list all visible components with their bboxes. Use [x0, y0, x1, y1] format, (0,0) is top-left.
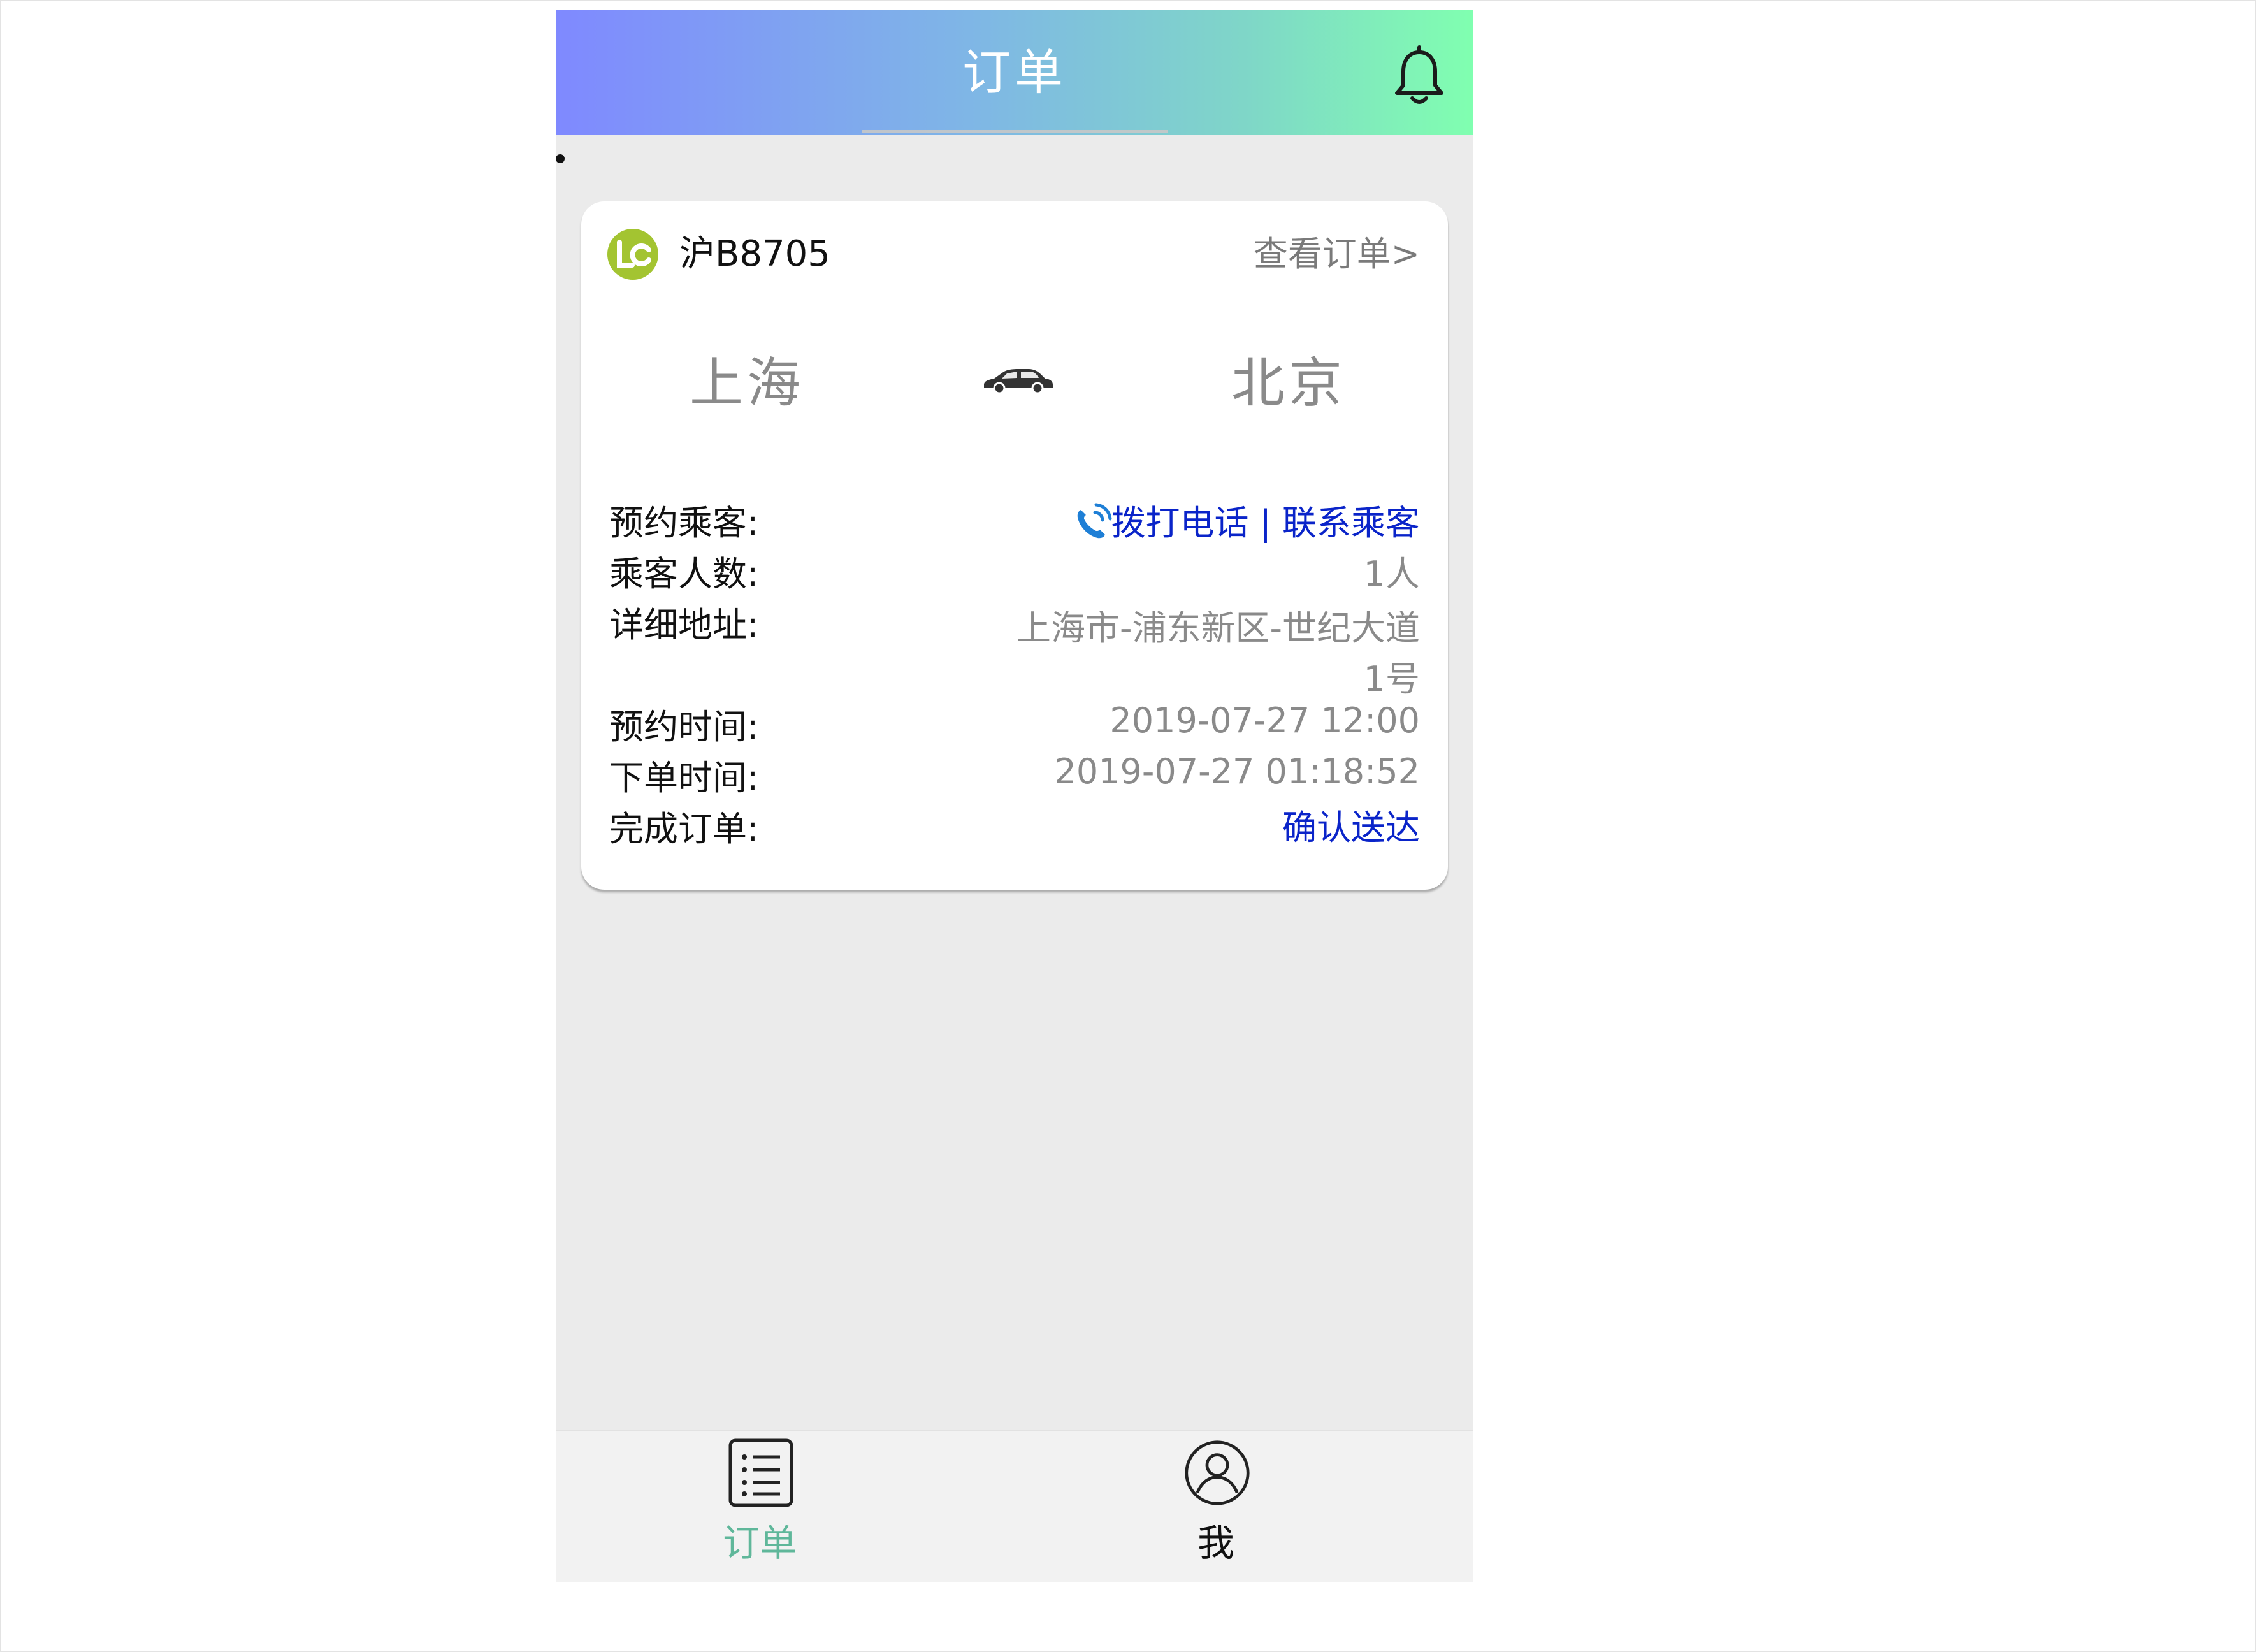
appointment-time-label: 预约时间:	[609, 707, 759, 747]
address-label: 详细地址:	[609, 605, 759, 645]
passenger-count-label: 乘客人数:	[609, 554, 759, 594]
tab-orders-label: 订单	[722, 1521, 797, 1565]
bottom-tab-bar: 订单 我	[556, 1430, 1473, 1582]
page-title: 订单	[962, 44, 1067, 101]
header-bar: 订单	[556, 10, 1473, 135]
order-time-value: 2019-07-27 01:18:52	[1054, 751, 1420, 792]
passenger-count-value: 1人	[1363, 554, 1420, 594]
plate-number: 沪B8705	[679, 233, 830, 275]
app-screen: 订单 沪B8705 查看订单> 上海 北京 预约乘客: 拨打电话 | 联系乘客 …	[556, 10, 1473, 1582]
complete-order-label: 完成订单:	[609, 809, 759, 849]
phone-call-icon[interactable]	[1069, 501, 1114, 546]
car-icon	[984, 369, 1053, 395]
confirm-delivery-button[interactable]: 确认送达	[1282, 804, 1420, 851]
tab-me[interactable]: 我	[1088, 1431, 1343, 1582]
title-underline	[862, 130, 1168, 133]
appointment-time-value: 2019-07-27 12:00	[1110, 700, 1420, 741]
origin-city: 上海	[690, 352, 805, 414]
user-icon	[1185, 1440, 1250, 1505]
list-bullet	[556, 154, 565, 163]
order-card: 沪B8705 查看订单> 上海 北京 预约乘客: 拨打电话 | 联系乘客 乘客人…	[581, 201, 1448, 890]
tab-me-label: 我	[1197, 1521, 1234, 1565]
view-order-link[interactable]: 查看订单>	[1254, 232, 1420, 277]
bell-icon[interactable]	[1391, 45, 1448, 108]
destination-city: 北京	[1231, 352, 1347, 414]
passenger-label: 预约乘客:	[609, 503, 759, 543]
company-logo-icon	[607, 229, 658, 280]
call-passenger-link[interactable]: 拨打电话 | 联系乘客	[1111, 500, 1420, 547]
tab-orders[interactable]: 订单	[632, 1431, 887, 1582]
address-value: 上海市-浦东新区-世纪大道1号	[1016, 608, 1420, 699]
order-time-label: 下单时间:	[609, 758, 759, 798]
list-icon	[728, 1438, 793, 1507]
